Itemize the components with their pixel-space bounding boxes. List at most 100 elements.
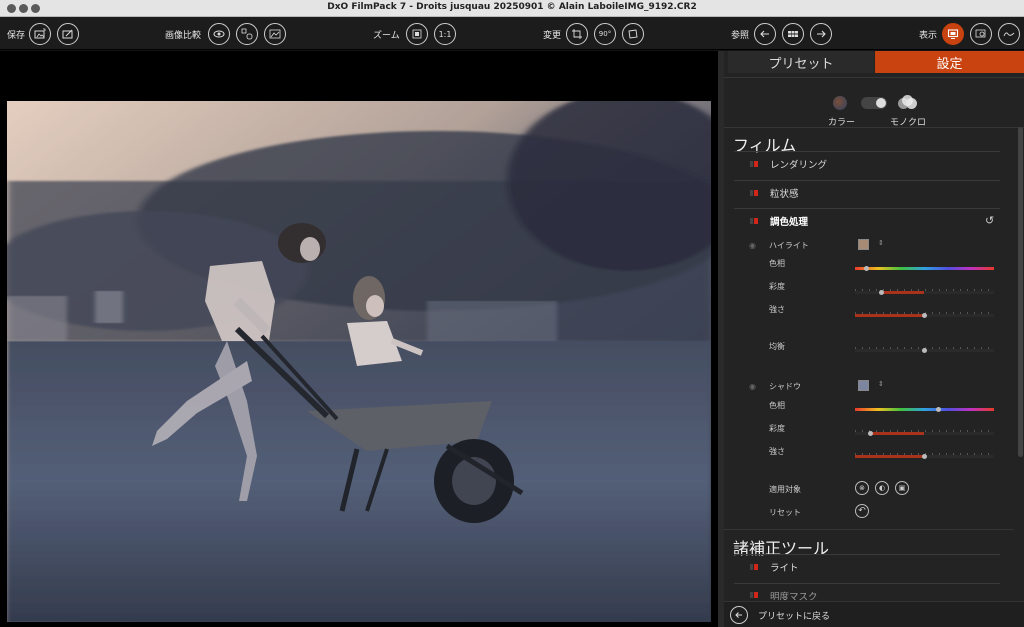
apply-to-label: 適用対象 (769, 485, 801, 494)
reset-toning-icon[interactable]: ↺ (985, 214, 994, 227)
grain-item[interactable]: 粒状感 (770, 186, 799, 200)
image-export-icon (34, 28, 46, 39)
apply-all-icon[interactable]: ⊗ (855, 481, 869, 495)
divider (734, 151, 1000, 152)
zoom-1to1-button[interactable]: 1:1 (434, 23, 456, 45)
gallery-icon (269, 29, 281, 39)
crop-icon (572, 29, 582, 39)
save-label: 保存 (7, 31, 26, 41)
previous-image-button[interactable] (754, 23, 776, 45)
straighten-icon (628, 29, 638, 39)
highlight-strength-label: 強さ (769, 305, 785, 314)
highlight-saturation-slider[interactable] (855, 291, 994, 294)
fit-icon (412, 29, 422, 39)
compare-split-button[interactable] (236, 23, 258, 45)
highlight-swatch-stepper-icon[interactable]: ⇕ (878, 239, 884, 247)
apply-background-icon[interactable]: ▣ (895, 481, 909, 495)
shadow-strength-knob[interactable] (922, 454, 927, 459)
lens-mask-item[interactable]: 明度マスク (770, 589, 818, 600)
eye-icon (213, 30, 225, 38)
mode-toggle[interactable] (861, 97, 887, 109)
toolbar: 保存 画像比較 ズーム 1:1 変更 90° 参照 表示 (0, 17, 1024, 50)
arrow-left-icon (735, 612, 742, 618)
divider (724, 529, 1014, 530)
divider (734, 583, 1000, 584)
toning-enable-indicator[interactable] (750, 218, 758, 224)
straighten-button[interactable] (622, 23, 644, 45)
highlight-color-swatch[interactable] (858, 239, 869, 250)
film-section-title: フィルム (733, 136, 797, 155)
highlight-strength-knob[interactable] (922, 313, 927, 318)
zoom-label: ズーム (373, 31, 400, 41)
shadow-hue-slider[interactable] (855, 408, 994, 411)
toggle-knob (876, 98, 886, 108)
highlight-saturation-fill (881, 291, 925, 294)
compare-before-after-button[interactable] (208, 23, 230, 45)
rotate-90-button[interactable]: 90° (594, 23, 616, 45)
shadow-saturation-knob[interactable] (867, 431, 873, 436)
display-histogram-button[interactable] (998, 23, 1020, 45)
partial-item-clip: 明度マスク (724, 586, 1024, 600)
toning-item[interactable]: 調色処理 (770, 214, 808, 228)
browse-label: 参照 (731, 31, 750, 41)
mask-enable-indicator[interactable] (750, 592, 758, 598)
zoom-fit-button[interactable] (406, 23, 428, 45)
title-bar: DxO FilmPack 7 - Droits jusquau 20250901… (0, 0, 1024, 17)
histogram-icon (1003, 32, 1015, 37)
reset-label: リセット (769, 508, 801, 517)
crop-button[interactable] (566, 23, 588, 45)
back-arrow-button[interactable] (730, 606, 748, 624)
shadow-hue-knob[interactable] (935, 407, 941, 412)
shadow-color-swatch[interactable] (858, 380, 869, 391)
highlight-visibility-eye-icon[interactable]: ◉ (749, 241, 756, 250)
export-button[interactable] (57, 23, 79, 45)
settings-panel: プリセット 設定 カラー モノクロ フィルム レンダリング 粒状感 調色処理 ↺… (724, 51, 1024, 627)
balance-knob[interactable] (922, 348, 927, 353)
photo[interactable] (7, 101, 711, 622)
highlight-saturation-label: 彩度 (769, 282, 785, 291)
divider (734, 554, 1000, 555)
back-to-presets-label[interactable]: プリセットに戻る (758, 609, 830, 622)
light-enable-indicator[interactable] (750, 564, 758, 570)
arrow-right-icon (817, 30, 826, 38)
light-item[interactable]: ライト (770, 560, 799, 574)
photo-image (7, 101, 711, 622)
arrow-left-icon (760, 30, 769, 38)
display-loupe-button[interactable] (970, 23, 992, 45)
apply-subject-icon[interactable]: ◐ (875, 481, 889, 495)
highlight-hue-knob[interactable] (863, 266, 869, 271)
highlight-hue-slider[interactable] (855, 267, 994, 270)
color-mode-icon[interactable] (833, 96, 847, 110)
panel-scrollbar[interactable] (1018, 127, 1023, 457)
next-image-button[interactable] (810, 23, 832, 45)
shadow-visibility-eye-icon[interactable]: ◉ (749, 382, 756, 391)
shadow-label: シャドウ (769, 382, 801, 391)
highlight-strength-fill (855, 314, 925, 317)
rendering-item[interactable]: レンダリング (770, 157, 827, 171)
compare-side-by-side-button[interactable] (264, 23, 286, 45)
divider (724, 77, 1024, 78)
shadow-strength-label: 強さ (769, 447, 785, 456)
grid-view-button[interactable] (782, 23, 804, 45)
shadow-swatch-stepper-icon[interactable]: ⇕ (878, 380, 884, 388)
image-edit-icon (62, 29, 73, 39)
bottom-bar: プリセットに戻る (724, 601, 1024, 627)
save-image-button[interactable] (29, 23, 51, 45)
shadow-saturation-label: 彩度 (769, 424, 785, 433)
tab-settings[interactable]: 設定 (875, 51, 1024, 73)
rotate-90-label: 90° (598, 30, 612, 38)
display-label: 表示 (919, 31, 938, 41)
grain-enable-indicator[interactable] (750, 190, 758, 196)
image-viewer[interactable] (0, 51, 718, 627)
mono-mode-icon[interactable] (898, 95, 920, 113)
corrections-section-title: 諸補正ツール (733, 539, 830, 558)
rendering-enable-indicator[interactable] (750, 161, 758, 167)
reset-undo-icon[interactable]: ↶ (855, 504, 869, 518)
tab-presets[interactable]: プリセット (728, 51, 874, 73)
monitor-icon (947, 29, 959, 39)
balance-label: 均衡 (769, 342, 785, 351)
display-single-button[interactable] (942, 23, 964, 45)
divider (734, 208, 1000, 209)
transform-label: 変更 (543, 31, 562, 41)
highlight-saturation-knob[interactable] (878, 290, 884, 295)
